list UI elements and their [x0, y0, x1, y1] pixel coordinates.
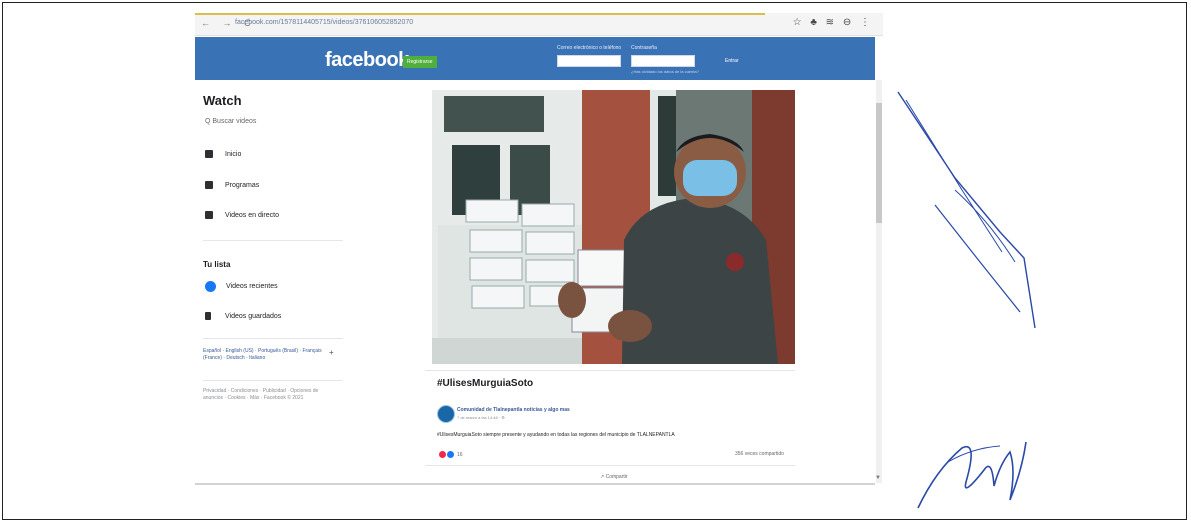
handwritten-signature [897, 91, 1036, 509]
